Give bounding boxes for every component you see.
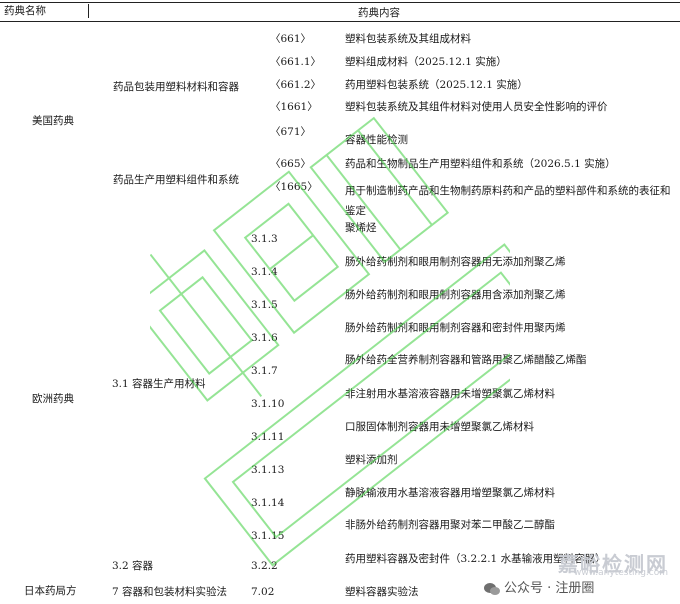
usp-item-code: 〈671〉 [270,126,312,138]
usp-item-text: 用于制造制药产品和生物制药原料药和产品的塑料部件和系统的表征和鉴定 [345,185,671,217]
ep-item-text: 非注射用水基溶液容器用未增塑聚氯乙烯材料 [345,388,555,400]
watermark-stamp [150,116,510,567]
ep-name: 欧洲药典 [32,393,74,405]
ep-item-code: 3.1.15 [251,530,285,542]
usp-item-code: 〈661〉 [270,33,312,45]
jp-name: 日本药局方 [24,585,77,597]
account-label: 公众号 · 注册圈 [504,581,595,596]
usp-item-text: 药用塑料包装系统（2025.12.1 实施） [345,79,528,91]
ep-item-text: 肠外给药制剂和眼用制剂容器和密封件用聚丙烯 [345,322,566,334]
usp-item-text: 塑料包装系统及其组成材料 [345,33,471,45]
usp-name: 美国药典 [32,115,74,127]
usp-item-code: 〈1661〉 [270,101,318,113]
ep-item-code: 3.1.4 [251,266,278,278]
ep-item-code: 3.1.5 [251,299,278,311]
usp-item-text: 塑料包装系统及其组件材料对使用人员安全性影响的评价 [345,101,608,113]
pharmacopoeia-table: 药典名称 药典内容 美国药典 药品包装用塑料材料和容器 〈661〉 塑料包装系统… [0,0,680,604]
usp-item-text: 药品和生物制品生产用塑料组件和系统（2026.5.1 实施） [345,158,616,170]
ep-item-text: 非肠外给药制剂容器用聚对苯二甲酸乙二醇酯 [345,519,555,531]
usp-item-code: 〈665〉 [270,158,312,170]
header-divider [88,4,89,18]
ep-item-text: 肠外给药制剂和眼用制剂容器用无添加剂聚乙烯 [345,256,566,268]
brand-watermark: 嘉峪检测网 www.anytesting.com 公众号 · 注册圈 [484,548,674,598]
usp-item-text: 塑料组成材料（2025.12.1 实施） [345,56,507,68]
ep-item-text: 静脉输液用水基溶液容器用增塑聚氯乙烯材料 [345,487,555,499]
header-pharmacopoeia-content: 药典内容 [358,7,400,19]
ep-item-code: 3.1.10 [251,398,285,410]
ep-group-title: 3.1 容器生产用材料 [112,378,206,390]
ep-item-code: 3.1.6 [251,332,278,344]
jp-item-text: 塑料容器实验法 [345,586,419,598]
usp-group-title: 药品生产用塑料组件和系统 [113,174,239,186]
table-top-border [0,2,680,3]
ep-item-code: 3.1.13 [251,464,285,476]
usp-item-code: 〈1665〉 [270,181,318,193]
header-bottom-border [0,21,680,22]
ep-item-code: 3.1.14 [251,497,285,509]
jp-item-code: 7.02 [251,586,275,598]
wechat-icon [484,583,500,595]
ep-item-code: 3.2.2 [251,560,278,572]
ep-item-text: 聚烯烃 [345,222,377,234]
ep-item-code: 3.1.11 [251,431,285,443]
usp-item-code: 〈661.2〉 [270,79,322,91]
ep-item-text: 塑料添加剂 [345,454,398,466]
usp-item-code: 〈661.1〉 [270,56,322,68]
ep-item-code: 3.1.7 [251,365,278,377]
ep-item-text: 口服固体制剂容器用未增塑聚氯乙烯材料 [345,421,534,433]
usp-item-text: 容器性能检测 [345,134,408,146]
ep-group-title: 3.2 容器 [112,560,154,572]
jp-group-title: 7 容器和包装材料实验法 [112,586,228,598]
ep-item-code: 3.1.3 [251,233,278,245]
ep-item-text: 肠外给药全营养制剂容器和管路用聚乙烯醋酸乙烯酯 [345,354,587,366]
header-pharmacopoeia-name: 药典名称 [4,5,46,17]
ep-item-text: 肠外给药制剂和眼用制剂容器用含添加剂聚乙烯 [345,289,566,301]
usp-group-title: 药品包装用塑料材料和容器 [113,81,239,93]
